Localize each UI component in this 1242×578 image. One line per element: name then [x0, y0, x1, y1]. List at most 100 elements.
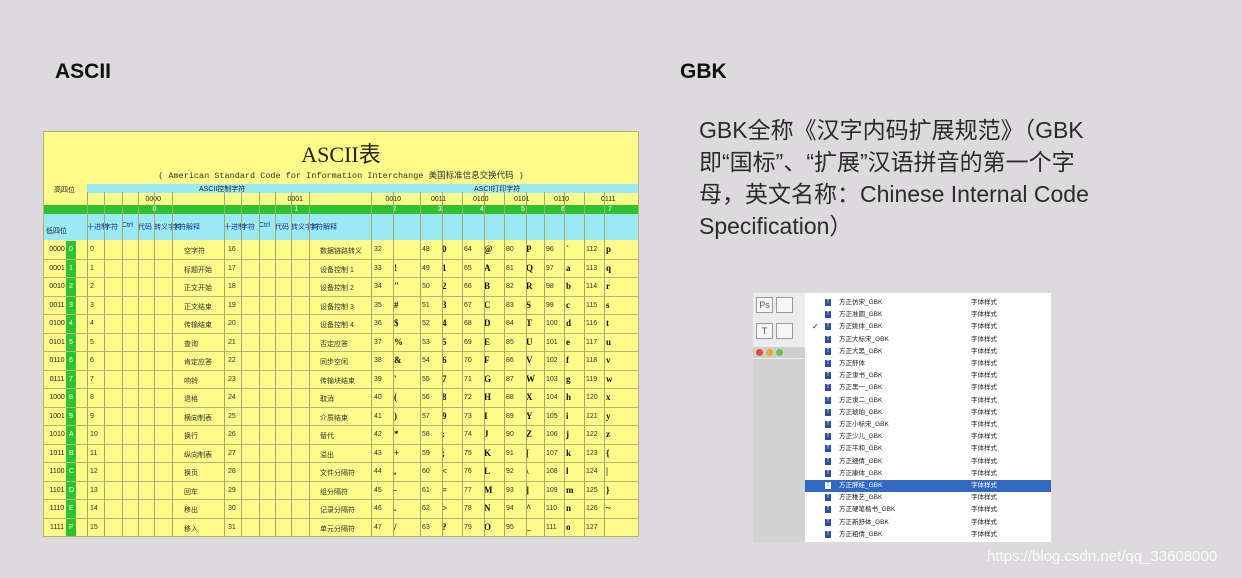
font-type-icon: T	[825, 530, 831, 538]
font-name: 方正少儿_GBK	[839, 433, 883, 441]
char-glyph: k	[566, 447, 572, 458]
font-name: 方正琥珀_GBK	[839, 408, 883, 416]
font-list-item[interactable]: T 方正粗倩_GBK 字体样式	[805, 529, 1051, 541]
control-meaning: 换行	[184, 433, 198, 440]
char-glyph: ,	[394, 466, 397, 476]
column-divider	[442, 192, 443, 536]
control-meaning: 介质结束	[320, 414, 348, 422]
ascii-table-image: ASCII表 ( American Standard Code for Info…	[43, 131, 639, 537]
font-list-item[interactable]: T 方正准圆_GBK 字体样式	[805, 309, 1051, 321]
font-list-item[interactable]: T 方正大黑_GBK 字体样式	[805, 346, 1051, 358]
row-divider	[44, 517, 638, 519]
char-code: 45	[374, 486, 382, 494]
char-code: 49	[422, 264, 430, 272]
char-glyph: (	[394, 392, 397, 402]
font-sample: 字体样式	[971, 384, 997, 392]
char-code: 74	[464, 431, 472, 438]
font-list-item[interactable]: T 方正大标宋_GBK 字体样式	[805, 334, 1051, 346]
char-code: 96	[546, 246, 554, 253]
font-list-item[interactable]: T 方正隶书_GBK 字体样式	[805, 370, 1051, 382]
char-glyph: |	[606, 466, 608, 476]
char-glyph: $	[394, 318, 399, 328]
font-type-icon: T	[825, 482, 831, 489]
char-code: 107	[546, 449, 558, 457]
row-divider	[44, 406, 638, 408]
char-glyph: m	[566, 484, 574, 495]
char-code: 87	[506, 375, 514, 383]
control-code: 10	[90, 431, 98, 438]
control-meaning: 纵向制表	[184, 451, 212, 459]
char-code: 88	[506, 394, 514, 401]
font-list-item[interactable]: T 方正舒体 字体样式	[805, 358, 1051, 370]
font-list-item[interactable]: T 方正少儿_GBK 字体样式	[805, 431, 1051, 443]
font-list-item[interactable]: T 方正稚艺_GBK 字体样式	[805, 492, 1051, 504]
sub-header: 代码	[275, 224, 289, 231]
char-code: 94	[506, 505, 514, 512]
font-list-item[interactable]: T 方正平和_GBK 字体样式	[805, 443, 1051, 455]
control-code: 26	[228, 431, 236, 438]
char-glyph: W	[526, 373, 535, 384]
font-list-item[interactable]: T 方正小标宋_GBK 字体样式	[805, 419, 1051, 431]
char-code: 51	[422, 301, 430, 309]
row-hex: 9	[69, 412, 73, 420]
char-code: 52	[422, 320, 430, 327]
char-code: 78	[464, 505, 472, 512]
control-code: 7	[90, 375, 94, 383]
row-bits: 0110	[49, 357, 65, 364]
font-dropdown-list[interactable]: T 方正仿宋_GBK 字体样式 T 方正准圆_GBK 字体样式 T 方正姚体_GBK 字体样式 ✓…	[805, 293, 1051, 542]
font-list-item[interactable]: T 方正新舒体_GBK 字体样式	[805, 517, 1051, 529]
font-list-item[interactable]: T 方正康体_GBK 字体样式	[805, 468, 1051, 480]
sub-header: 字符	[241, 224, 255, 231]
char-code: 89	[506, 412, 514, 420]
char-glyph: /	[394, 521, 397, 532]
control-code: 5	[90, 338, 94, 346]
char-code: 43	[374, 449, 382, 457]
control-code: 12	[90, 468, 98, 475]
row-hex: 1	[69, 264, 73, 272]
control-meaning: 溢出	[320, 451, 334, 459]
char-glyph: !	[394, 262, 397, 273]
char-code: 86	[506, 357, 514, 364]
font-list-item[interactable]: T 方正琥珀_GBK 字体样式	[805, 407, 1051, 419]
char-code: 75	[464, 449, 472, 457]
row-hex: F	[69, 523, 74, 531]
column-divider	[544, 192, 545, 536]
font-type-icon: T	[825, 299, 831, 306]
column-divider	[241, 192, 242, 536]
sub-header: 十进制	[87, 224, 108, 231]
control-code: 3	[90, 301, 94, 309]
control-code: 31	[228, 523, 236, 531]
font-sample: 字体样式	[971, 311, 997, 319]
control-meaning: 数据链路转义	[320, 248, 362, 255]
char-code: 80	[506, 246, 514, 253]
control-code: 19	[228, 301, 236, 309]
font-sample: 字体样式	[971, 372, 997, 380]
font-list-item[interactable]: T 方正姚体_GBK 字体样式 ✓	[805, 321, 1051, 333]
ascii-heading: ASCII	[55, 60, 112, 83]
font-list-item[interactable]: T 方正隶二_GBK 字体样式	[805, 395, 1051, 407]
char-glyph: {	[606, 447, 610, 458]
font-list-item[interactable]: T 方正胖娃_GBK 字体样式	[805, 480, 1051, 492]
ps-logo-icon: Ps	[756, 297, 773, 313]
font-list-item[interactable]: T 方正细倩_GBK 字体样式	[805, 456, 1051, 468]
char-code: 40	[374, 394, 382, 401]
char-glyph: z	[606, 429, 610, 439]
font-sample: 字体样式	[971, 469, 997, 477]
row-hex: 7	[69, 375, 73, 383]
control-meaning: 记录分隔符	[320, 507, 355, 514]
column-divider	[462, 192, 463, 536]
font-type-icon: T	[825, 335, 831, 343]
char-code: 123	[586, 449, 598, 457]
orient-icon	[776, 323, 793, 339]
char-code: 117	[586, 338, 598, 346]
row-hex: D	[69, 486, 75, 494]
column-divider	[138, 192, 139, 536]
column-divider	[484, 192, 485, 536]
font-list-item[interactable]: T 方正黑一_GBK 字体样式	[805, 382, 1051, 394]
text-tool-icon: T	[756, 323, 773, 339]
font-list-item[interactable]: T 方正仿宋_GBK 字体样式	[805, 297, 1051, 309]
font-list-item[interactable]: T 方正硬笔楷书_GBK 字体样式	[805, 504, 1051, 516]
minimize-dot-icon	[766, 349, 773, 356]
char-code: 95	[506, 523, 514, 531]
char-code: 82	[506, 283, 514, 290]
